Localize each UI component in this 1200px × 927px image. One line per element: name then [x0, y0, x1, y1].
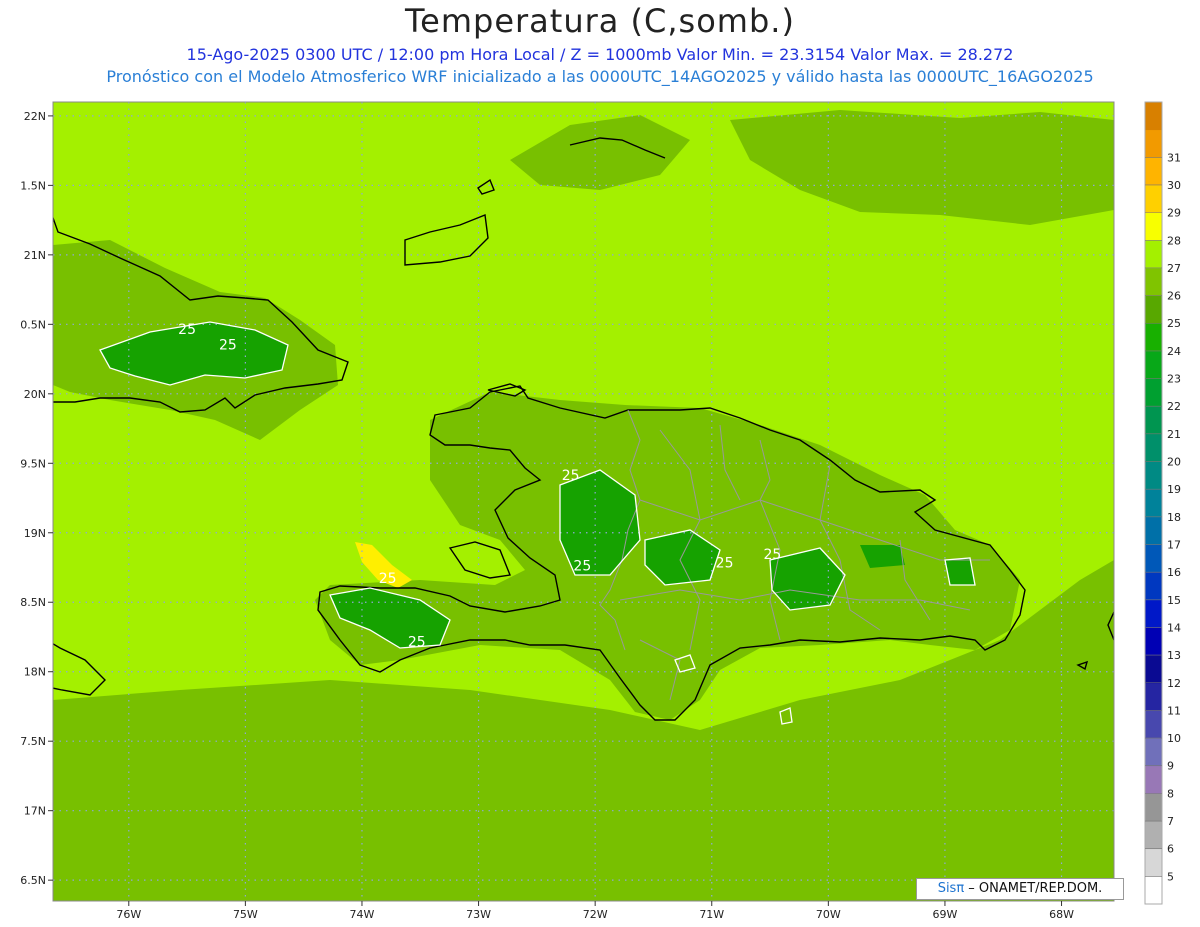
- colorbar-label: 29: [1167, 207, 1181, 220]
- lat-tick-label: 9.5N: [20, 457, 46, 470]
- colorbar-swatch: [1145, 295, 1162, 324]
- colorbar-label: 12: [1167, 677, 1181, 690]
- lat-tick-label: 6.5N: [20, 874, 46, 887]
- colorbar-label: 5: [1167, 870, 1174, 883]
- colorbar-label: 13: [1167, 649, 1181, 662]
- colorbar-label: 22: [1167, 400, 1181, 413]
- contour-label: 25: [716, 556, 734, 572]
- lat-tick-label: 7.5N: [20, 735, 46, 748]
- colorbar-swatch: [1145, 489, 1162, 518]
- colorbar-label: 27: [1167, 262, 1181, 275]
- lon-tick-label: 72W: [583, 908, 608, 921]
- lon-tick-label: 76W: [116, 908, 141, 921]
- colorbar-swatch: [1145, 848, 1162, 877]
- colorbar-swatch: [1145, 682, 1162, 711]
- credit-text: – ONAMET/REP.DOM.: [964, 881, 1103, 896]
- colorbar-swatch: [1145, 710, 1162, 739]
- lon-tick-label: 75W: [233, 908, 258, 921]
- colorbar-swatch: [1145, 157, 1162, 186]
- colorbar-label: 25: [1167, 317, 1181, 330]
- lat-tick-label: 20N: [24, 388, 46, 401]
- map-plot-area: 25 25 25 25 25 25 25 25: [53, 102, 1114, 901]
- colorbar-label: 23: [1167, 373, 1181, 386]
- lat-tick-label: 21N: [24, 249, 46, 262]
- contour-label: 25: [379, 571, 397, 587]
- colorbar-label: 31: [1167, 151, 1181, 164]
- colorbar-swatch: [1145, 129, 1162, 158]
- colorbar-swatch: [1145, 738, 1162, 767]
- lon-tick-label: 69W: [933, 908, 958, 921]
- contour-label: 25: [178, 322, 196, 338]
- colorbar-label: 19: [1167, 483, 1181, 496]
- colorbar-swatch: [1145, 406, 1162, 435]
- colorbar-label: 15: [1167, 594, 1181, 607]
- colorbar-swatch: [1145, 572, 1162, 601]
- colorbar-label: 28: [1167, 234, 1181, 247]
- colorbar-label: 7: [1167, 815, 1174, 828]
- contour-label: 25: [763, 547, 781, 563]
- colorbar-label: 24: [1167, 345, 1181, 358]
- colorbar-label: 18: [1167, 511, 1181, 524]
- credit-brand: Sisπ: [937, 881, 965, 896]
- lon-tick-label: 70W: [816, 908, 841, 921]
- contour-label: 25: [562, 468, 580, 484]
- colorbar-swatch: [1145, 323, 1162, 352]
- colorbar-swatch: [1145, 793, 1162, 822]
- colorbar-swatch: [1145, 184, 1162, 214]
- colorbar-swatch: [1145, 516, 1162, 545]
- colorbar-swatch: [1145, 627, 1162, 656]
- lat-tick-label: 8.5N: [20, 596, 46, 609]
- colorbar-swatch: [1145, 599, 1162, 628]
- latitude-axis: 22N 1.5N 21N 0.5N 20N 9.5N 19N 8.5N 18N 7.5N 17N 6.…: [20, 110, 53, 887]
- colorbar-label: 20: [1167, 456, 1181, 469]
- lon-tick-label: 73W: [466, 908, 491, 921]
- lat-tick-label: 18N: [24, 666, 46, 679]
- colorbar-swatch: [1145, 102, 1162, 131]
- colorbar-label: 10: [1167, 732, 1181, 745]
- contour-label: 25: [573, 558, 591, 574]
- puerto-rico-field: [1100, 590, 1114, 660]
- longitude-axis: 76W 75W 74W 73W 72W 71W 70W 69W 68W: [116, 901, 1074, 921]
- colorbar-swatch: [1145, 240, 1162, 269]
- colorbar-swatch: [1145, 267, 1162, 296]
- colorbar-label: 11: [1167, 704, 1181, 717]
- colorbar-swatch: [1145, 461, 1162, 490]
- colorbar-label: 21: [1167, 428, 1181, 441]
- colorbar-label: 16: [1167, 566, 1181, 579]
- colorbar-swatch: [1145, 655, 1162, 684]
- contour-label: 25: [219, 337, 237, 353]
- colorbar-swatch: [1145, 378, 1162, 407]
- lat-tick-label: 22N: [24, 110, 46, 123]
- lat-tick-label: 1.5N: [20, 179, 46, 192]
- colorbar: 5 6 7 8 9 10 11 12 13 14 15 16 17 18 19 20 21 22 23 24 25 26 2…: [1144, 101, 1181, 905]
- colorbar-swatch: [1145, 765, 1162, 794]
- lat-tick-label: 0.5N: [20, 318, 46, 331]
- colorbar-swatch: [1145, 876, 1162, 905]
- colorbar-label: 9: [1167, 760, 1174, 773]
- colorbar-swatch: [1145, 544, 1162, 573]
- lat-tick-label: 17N: [24, 805, 46, 818]
- colorbar-label: 6: [1167, 843, 1174, 856]
- lat-tick-label: 19N: [24, 527, 46, 540]
- colorbar-swatch: [1145, 212, 1162, 241]
- lon-tick-label: 74W: [350, 908, 375, 921]
- colorbar-label: 8: [1167, 787, 1174, 800]
- colorbar-label: 14: [1167, 621, 1181, 634]
- colorbar-swatch: [1145, 433, 1162, 462]
- contour-label: 25: [408, 635, 426, 651]
- lon-tick-label: 71W: [699, 908, 724, 921]
- temperature-map: 25 25 25 25 25 25 25 25 22N 1.5N 21N 0.5N 20N 9.5N 19…: [20, 101, 1181, 921]
- colorbar-label: 30: [1167, 179, 1181, 192]
- lon-tick-label: 68W: [1049, 908, 1074, 921]
- credit-box: Sisπ – ONAMET/REP.DOM.: [916, 878, 1124, 900]
- colorbar-swatch: [1145, 350, 1162, 379]
- colorbar-swatch: [1145, 821, 1162, 850]
- colorbar-label: 17: [1167, 538, 1181, 551]
- colorbar-label: 26: [1167, 290, 1181, 303]
